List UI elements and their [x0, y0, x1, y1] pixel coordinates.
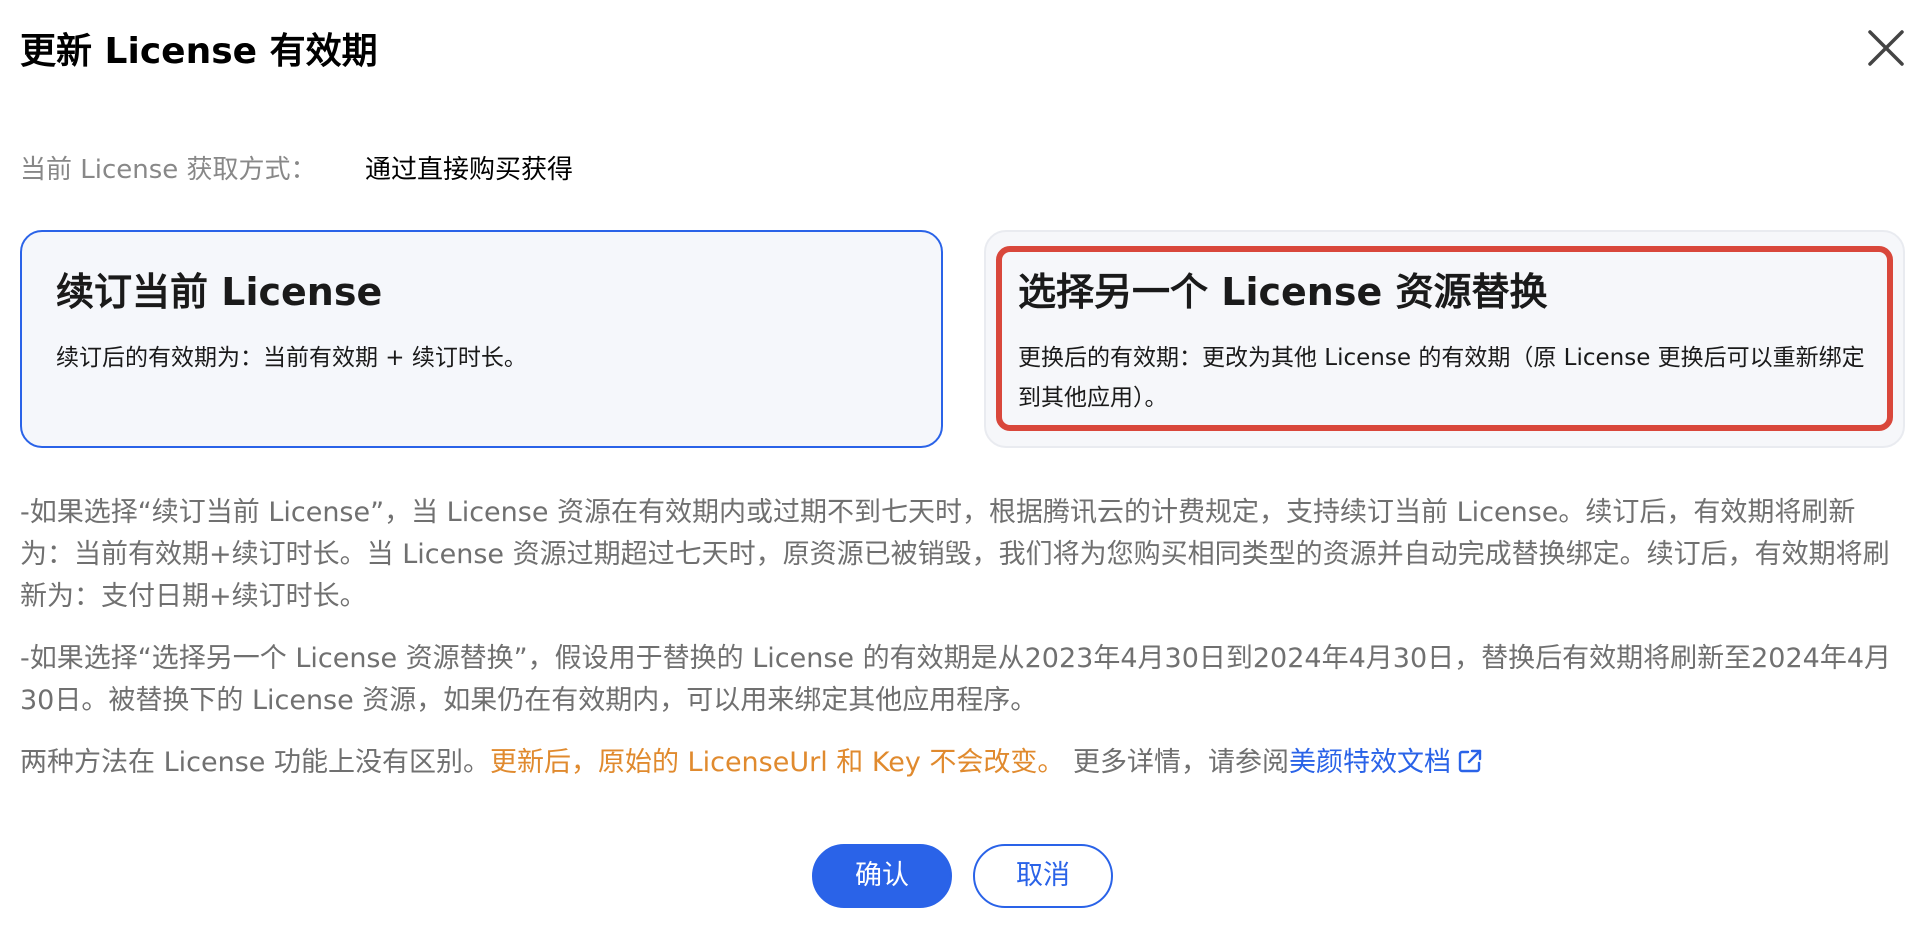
close-button[interactable]: [1864, 26, 1908, 70]
cancel-button[interactable]: 取消: [973, 844, 1113, 908]
license-source-row: 当前 License 获取方式： 通过直接购买获得: [20, 150, 573, 190]
option-replace-description: 更换后的有效期：更改为其他 License 的有效期（原 License 更换后…: [1018, 345, 1865, 411]
doc-link-label: 美颜特效文档: [1289, 747, 1451, 778]
close-icon: [1868, 30, 1904, 66]
doc-link[interactable]: 美颜特效文档: [1289, 747, 1483, 778]
license-source-value: 通过直接购买获得: [365, 155, 574, 185]
note-replace-explanation: -如果选择“选择另一个 License 资源替换”，假设用于替换的 Licens…: [20, 643, 1892, 716]
option-renew-description: 续订后的有效期为：当前有效期 + 续订时长。: [56, 345, 527, 371]
update-license-dialog: 更新 License 有效期 当前 License 获取方式： 通过直接购买获得 …: [0, 0, 1922, 944]
dialog-title: 更新 License 有效期: [20, 31, 378, 72]
explanation-notes: -如果选择“续订当前 License”，当 License 资源在有效期内或过期…: [20, 492, 1900, 807]
option-replace-title: 选择另一个 License 资源替换: [1018, 270, 1548, 314]
option-renew-title: 续订当前 License: [56, 270, 383, 314]
note-renew-explanation: -如果选择“续订当前 License”，当 License 资源在有效期内或过期…: [20, 497, 1890, 612]
note-more-text: 更多详情，请参阅: [1064, 747, 1289, 778]
external-link-icon: [1457, 745, 1483, 787]
license-source-label: 当前 License 获取方式：: [20, 155, 317, 185]
note-summary-text: 两种方法在 License 功能上没有区别。: [20, 747, 490, 778]
confirm-button[interactable]: 确认: [812, 844, 952, 908]
option-card-renew[interactable]: 续订当前 License 续订后的有效期为：当前有效期 + 续订时长。: [20, 230, 943, 448]
note-warning-text: 更新后，原始的 LicenseUrl 和 Key 不会改变。: [489, 747, 1065, 778]
option-card-replace[interactable]: 选择另一个 License 资源替换 更换后的有效期：更改为其他 License…: [984, 230, 1905, 448]
note-summary: 两种方法在 License 功能上没有区别。更新后，原始的 LicenseUrl…: [20, 742, 1900, 787]
